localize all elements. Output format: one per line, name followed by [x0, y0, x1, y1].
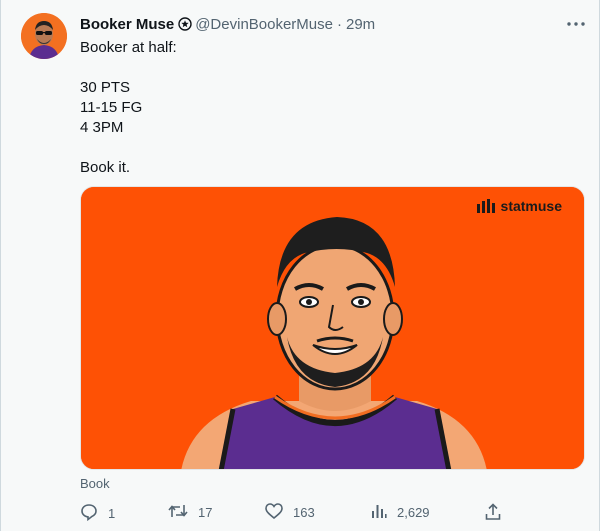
timestamp[interactable]: 29m [346, 16, 375, 33]
avatar[interactable] [21, 13, 67, 59]
tweet-image[interactable]: statmuse [80, 186, 585, 470]
share-icon [485, 503, 511, 524]
tweet-line: 11-15 FG [80, 99, 143, 116]
retweet-button[interactable]: 17 [168, 503, 212, 522]
like-count: 163 [293, 505, 315, 520]
retweet-icon [168, 503, 198, 522]
reply-button[interactable]: 1 [80, 503, 115, 524]
author-handle[interactable]: @DevinBookerMuse [195, 16, 333, 33]
player-illustration [81, 187, 584, 469]
tweet-line: 4 3PM [80, 119, 124, 136]
tweet-line: Booker at half: [80, 39, 177, 56]
tweet-text: Booker at half: 30 PTS 11-15 FG 4 3PM Bo… [80, 38, 570, 178]
tweet-line: 30 PTS [80, 79, 131, 96]
tweet-line: Book it. [80, 159, 131, 176]
views-count: 2,629 [397, 505, 430, 520]
reply-icon [80, 503, 108, 524]
separator-dot: · [337, 15, 342, 33]
statmuse-logo: statmuse [476, 198, 562, 214]
share-button[interactable] [485, 503, 511, 524]
action-bar: 1 17 163 2,629 [80, 503, 505, 525]
reply-count: 1 [108, 506, 116, 521]
author-name[interactable]: Booker Muse [80, 16, 174, 33]
views-chart-icon [371, 503, 397, 522]
media-caption[interactable]: Book [80, 476, 110, 491]
more-options-icon[interactable] [563, 12, 589, 36]
views-button[interactable]: 2,629 [371, 503, 430, 522]
brand-label: statmuse [500, 198, 562, 214]
like-button[interactable]: 163 [265, 503, 315, 522]
heart-icon [265, 503, 293, 522]
badge-icon [178, 17, 192, 31]
retweet-count: 17 [198, 505, 213, 520]
tweet-card[interactable]: Booker Muse @DevinBookerMuse · 29m Booke… [0, 0, 600, 531]
tweet-header: Booker Muse @DevinBookerMuse · 29m [80, 13, 583, 35]
